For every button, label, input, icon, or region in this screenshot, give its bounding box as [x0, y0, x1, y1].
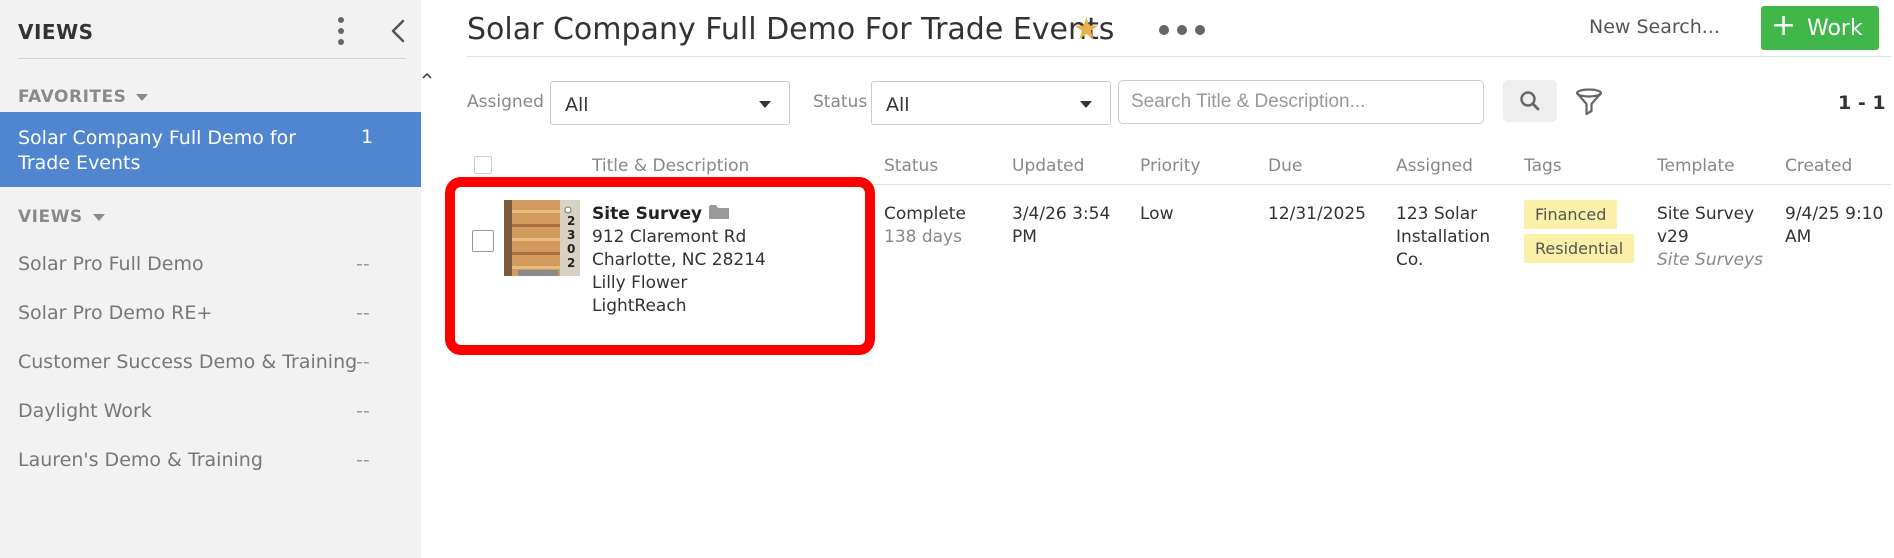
favorites-section-toggle[interactable]: FAVORITES — [18, 87, 149, 107]
column-header-template[interactable]: Template — [1657, 156, 1735, 176]
collapse-sidebar-icon[interactable] — [386, 16, 412, 46]
assigned-filter-label: Assigned — [467, 92, 544, 112]
sidebar-menu-icon[interactable] — [330, 15, 352, 47]
search-button[interactable] — [1503, 80, 1557, 122]
status-select-value: All — [886, 94, 910, 116]
column-header-title[interactable]: Title & Description — [592, 156, 749, 176]
status-select[interactable]: All — [871, 81, 1111, 125]
assigned-select-value: All — [565, 94, 589, 116]
priority-cell: Low — [1140, 204, 1174, 224]
assigned-line-2: Installation — [1396, 227, 1491, 247]
highlight-annotation — [445, 177, 875, 355]
status-filter-label: Status — [813, 92, 868, 112]
column-header-status[interactable]: Status — [884, 156, 938, 176]
updated-cell: 3/4/26 3:54 PM — [1012, 203, 1110, 249]
select-all-checkbox[interactable] — [474, 156, 492, 174]
created-cell: 9/4/25 9:10 AM — [1785, 203, 1883, 249]
sidebar-item-laurens-demo[interactable]: Lauren's Demo & Training -- — [0, 441, 421, 481]
column-header-priority[interactable]: Priority — [1140, 156, 1201, 176]
status-age: 138 days — [884, 227, 962, 247]
chevron-down-icon — [1080, 101, 1092, 108]
tags-cell: Financed Residential — [1524, 200, 1644, 268]
sidebar-item-label: Daylight Work — [18, 400, 152, 422]
created-date: 9/4/25 9:10 — [1785, 204, 1884, 224]
sidebar-item-label: Customer Success Demo & Training — [18, 351, 358, 373]
column-header-tags[interactable]: Tags — [1524, 156, 1562, 176]
sidebar-item-count: -- — [356, 351, 370, 373]
funnel-icon[interactable] — [1573, 86, 1605, 118]
due-cell: 12/31/2025 — [1268, 204, 1366, 224]
search-input[interactable] — [1131, 89, 1471, 115]
tag-badge[interactable]: Financed — [1524, 200, 1618, 229]
status-value: Complete — [884, 204, 966, 224]
sidebar-header: VIEWS — [0, 0, 421, 60]
sidebar-title: VIEWS — [18, 20, 94, 44]
assigned-select[interactable]: All — [550, 81, 790, 125]
template-cell: Site Survey v29 Site Surveys — [1657, 203, 1763, 272]
tag-badge[interactable]: Residential — [1524, 234, 1635, 263]
updated-date: 3/4/26 3:54 — [1012, 204, 1111, 224]
created-time: AM — [1785, 227, 1812, 247]
search-field[interactable] — [1118, 80, 1484, 124]
more-options-icon[interactable] — [1157, 22, 1207, 36]
result-range: 1 - 1 — [1838, 92, 1886, 114]
chevron-down-icon — [92, 213, 105, 221]
header-divider — [467, 56, 1891, 57]
sidebar-item-count: -- — [356, 253, 370, 275]
favorite-star-icon[interactable]: ★ — [1073, 12, 1100, 47]
add-work-button[interactable]: + Work — [1761, 6, 1879, 50]
favorites-label: FAVORITES — [18, 87, 127, 107]
chevron-down-icon — [136, 93, 149, 101]
search-icon — [1520, 91, 1540, 111]
new-search-link[interactable]: New Search... — [1589, 16, 1720, 38]
assigned-cell: 123 Solar Installation Co. — [1396, 203, 1490, 272]
views-sidebar: VIEWS FAVORITES Solar Company Full Demo … — [0, 0, 432, 558]
assigned-line-1: 123 Solar — [1396, 204, 1478, 224]
sidebar-item-label: Solar Pro Full Demo — [18, 253, 204, 275]
template-category: Site Surveys — [1657, 250, 1764, 270]
sidebar-item-label: Solar Pro Demo RE+ — [18, 302, 213, 324]
scroll-up-icon[interactable] — [420, 68, 434, 82]
sidebar-item-count: -- — [356, 302, 370, 324]
main-panel: Solar Company Full Demo For Trade Events… — [437, 0, 1894, 558]
work-button-label: Work — [1807, 16, 1863, 41]
sidebar-item-count: -- — [356, 449, 370, 471]
sidebar-item-solar-pro-full-demo[interactable]: Solar Pro Full Demo -- — [0, 245, 421, 285]
sidebar-item-count: -- — [356, 400, 370, 422]
updated-time: PM — [1012, 227, 1037, 247]
column-header-updated[interactable]: Updated — [1012, 156, 1084, 176]
column-header-due[interactable]: Due — [1268, 156, 1302, 176]
column-header-created[interactable]: Created — [1785, 156, 1852, 176]
plus-icon: + — [1771, 8, 1797, 43]
column-header-assigned[interactable]: Assigned — [1396, 156, 1473, 176]
template-name: Site Survey — [1657, 204, 1755, 224]
sidebar-item-customer-success[interactable]: Customer Success Demo & Training -- — [0, 343, 421, 383]
template-version: v29 — [1657, 227, 1689, 247]
status-cell: Complete 138 days — [884, 203, 966, 249]
sidebar-item-solar-pro-demo-re[interactable]: Solar Pro Demo RE+ -- — [0, 294, 421, 334]
views-label: VIEWS — [18, 207, 83, 227]
chevron-down-icon — [759, 101, 771, 108]
sidebar-item-active-view[interactable]: Solar Company Full Demo for Trade Events… — [0, 112, 421, 187]
sidebar-item-count: 1 — [361, 126, 374, 148]
sidebar-divider — [18, 58, 406, 59]
sidebar-item-label: Solar Company Full Demo for Trade Events — [18, 127, 297, 174]
page-title: Solar Company Full Demo For Trade Events — [467, 12, 1115, 47]
sidebar-item-daylight-work[interactable]: Daylight Work -- — [0, 392, 421, 432]
views-section-toggle[interactable]: VIEWS — [18, 207, 105, 227]
assigned-line-3: Co. — [1396, 250, 1424, 270]
sidebar-item-label: Lauren's Demo & Training — [18, 449, 263, 471]
